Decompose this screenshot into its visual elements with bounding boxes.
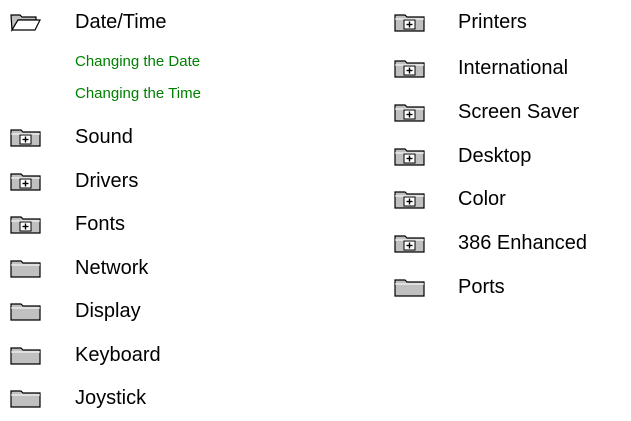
tree-item-label: Joystick: [75, 387, 147, 409]
tree-item-label: International: [458, 57, 569, 79]
folder-plus-icon: [394, 235, 425, 253]
tree-item-label: Screen Saver: [458, 101, 580, 123]
folder-plus-icon: [10, 129, 41, 147]
folder-icon: [394, 279, 425, 297]
folder-plus-icon: [394, 148, 425, 166]
sub-item-changing-the-time[interactable]: Changing the Time: [75, 84, 201, 104]
sub-item-changing-the-date[interactable]: Changing the Date: [75, 52, 200, 72]
tree-item-label: 386 Enhanced: [458, 232, 588, 254]
folder-plus-icon: [10, 216, 41, 234]
tree-item-label: Display: [75, 300, 141, 322]
folder-icon: [10, 347, 41, 365]
tree-item-label: Ports: [458, 276, 505, 298]
folder-plus-icon: [394, 191, 425, 209]
tree-item-label: Desktop: [458, 145, 532, 167]
tree-item-label: Keyboard: [75, 344, 161, 366]
tree-item-label: Sound: [75, 126, 133, 148]
tree-item-label: Color: [458, 188, 506, 210]
tree-item-label: Network: [75, 257, 149, 279]
folder-icon: [10, 303, 41, 321]
folder-plus-icon: [394, 60, 425, 78]
folder-icon: [10, 260, 41, 278]
tree-item-label: Date/Time: [75, 11, 167, 33]
folder-plus-icon: [10, 173, 41, 191]
folder-icon: [10, 390, 41, 408]
tree-item-label: Fonts: [75, 213, 126, 235]
folder-plus-icon: [394, 14, 425, 32]
tree-item-label: Drivers: [75, 170, 139, 192]
folder-plus-icon: [394, 104, 425, 122]
open-folder-icon: [10, 14, 41, 32]
tree-item-label: Printers: [458, 11, 527, 33]
